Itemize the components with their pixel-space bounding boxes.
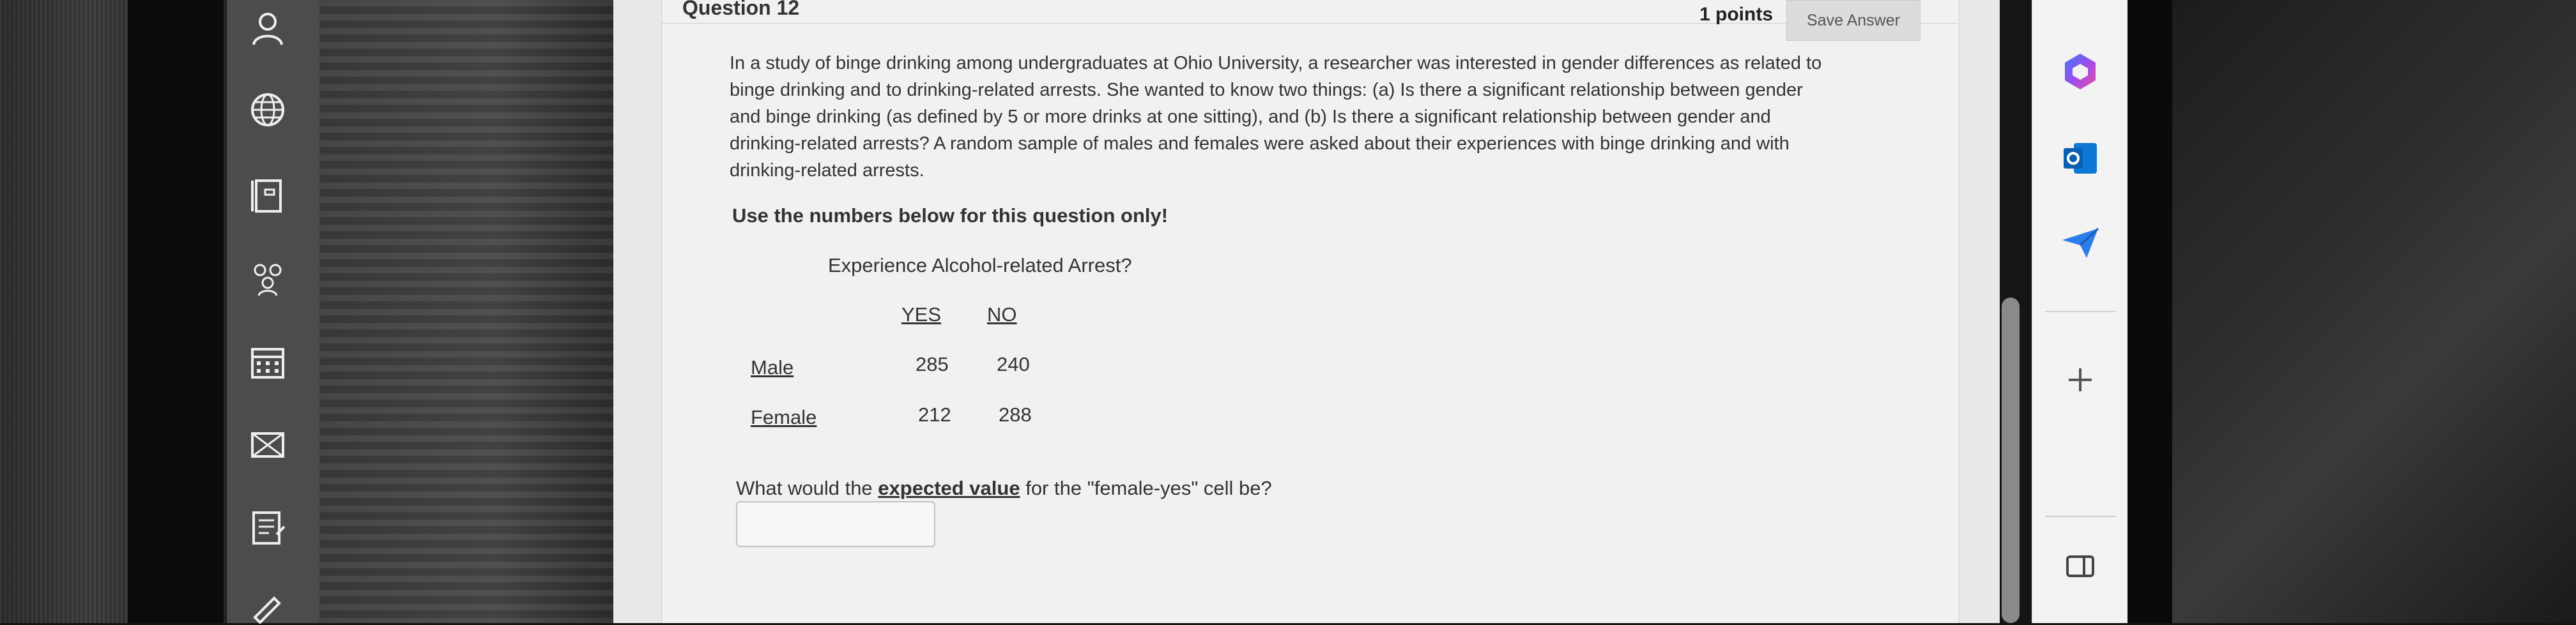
- save-answer-button[interactable]: Save Answer: [1786, 0, 1920, 41]
- question-text-line: In a study of binge drinking among under…: [730, 53, 1822, 73]
- rail-divider: [2045, 516, 2115, 517]
- question-points: 1 points: [1699, 4, 1774, 25]
- column-header-no: NO: [987, 303, 1017, 326]
- question-text-line: and binge drinking (as defined by 5 or m…: [730, 107, 1771, 127]
- answer-prompt: What would the expected value for the "f…: [736, 477, 1272, 500]
- notes-icon[interactable]: [247, 508, 288, 548]
- cell-male-no: 240: [997, 353, 1030, 375]
- answer-prompt-prefix: What would the: [736, 477, 878, 499]
- question-title: Question 12: [682, 0, 800, 19]
- send-icon[interactable]: [2055, 217, 2106, 268]
- background-panel: [319, 0, 613, 623]
- calendar-icon[interactable]: [247, 342, 288, 382]
- column-header-yes: YES: [901, 303, 942, 326]
- screen-bezel-right: [2128, 0, 2172, 623]
- table-title: Experience Alcohol-related Arrest?: [828, 254, 1132, 276]
- cell-male-yes: 285: [916, 353, 949, 375]
- question-text-line: drinking-related arrests? A random sampl…: [730, 133, 1790, 154]
- mail-icon[interactable]: [247, 425, 288, 465]
- question-text-line: binge drinking and to drinking-related a…: [730, 80, 1803, 100]
- answer-prompt-emphasis: expected value: [878, 477, 1020, 499]
- row-label-female: Female: [751, 406, 817, 428]
- answer-input[interactable]: [736, 501, 935, 547]
- instruction-text: Use the numbers below for this question …: [732, 204, 1169, 227]
- answer-prompt-suffix: for the "female-yes" cell be?: [1020, 477, 1272, 499]
- cell-female-yes: 212: [918, 403, 951, 426]
- row-label-male: Male: [751, 356, 794, 379]
- user-icon[interactable]: [247, 8, 288, 49]
- groups-icon[interactable]: [247, 259, 288, 299]
- question-text: In a study of binge drinking among under…: [730, 50, 1892, 184]
- rail-divider: [2045, 311, 2115, 312]
- plus-icon[interactable]: [2055, 354, 2106, 405]
- globe-icon[interactable]: [247, 89, 288, 130]
- left-app-rail: [227, 0, 319, 625]
- screen-bezel-left: [128, 0, 224, 623]
- right-app-rail: [2032, 0, 2128, 623]
- question-text-line: drinking-related arrests.: [730, 160, 924, 181]
- book-icon[interactable]: [247, 176, 288, 216]
- cell-female-no: 288: [999, 403, 1032, 426]
- outlook-icon[interactable]: [2055, 133, 2106, 184]
- scrollbar-thumb[interactable]: [2002, 297, 2020, 623]
- background-right: [2172, 0, 2576, 623]
- copilot-icon[interactable]: [2055, 46, 2106, 97]
- pen-icon[interactable]: [247, 584, 288, 625]
- sidebar-toggle-icon[interactable]: [2055, 541, 2106, 592]
